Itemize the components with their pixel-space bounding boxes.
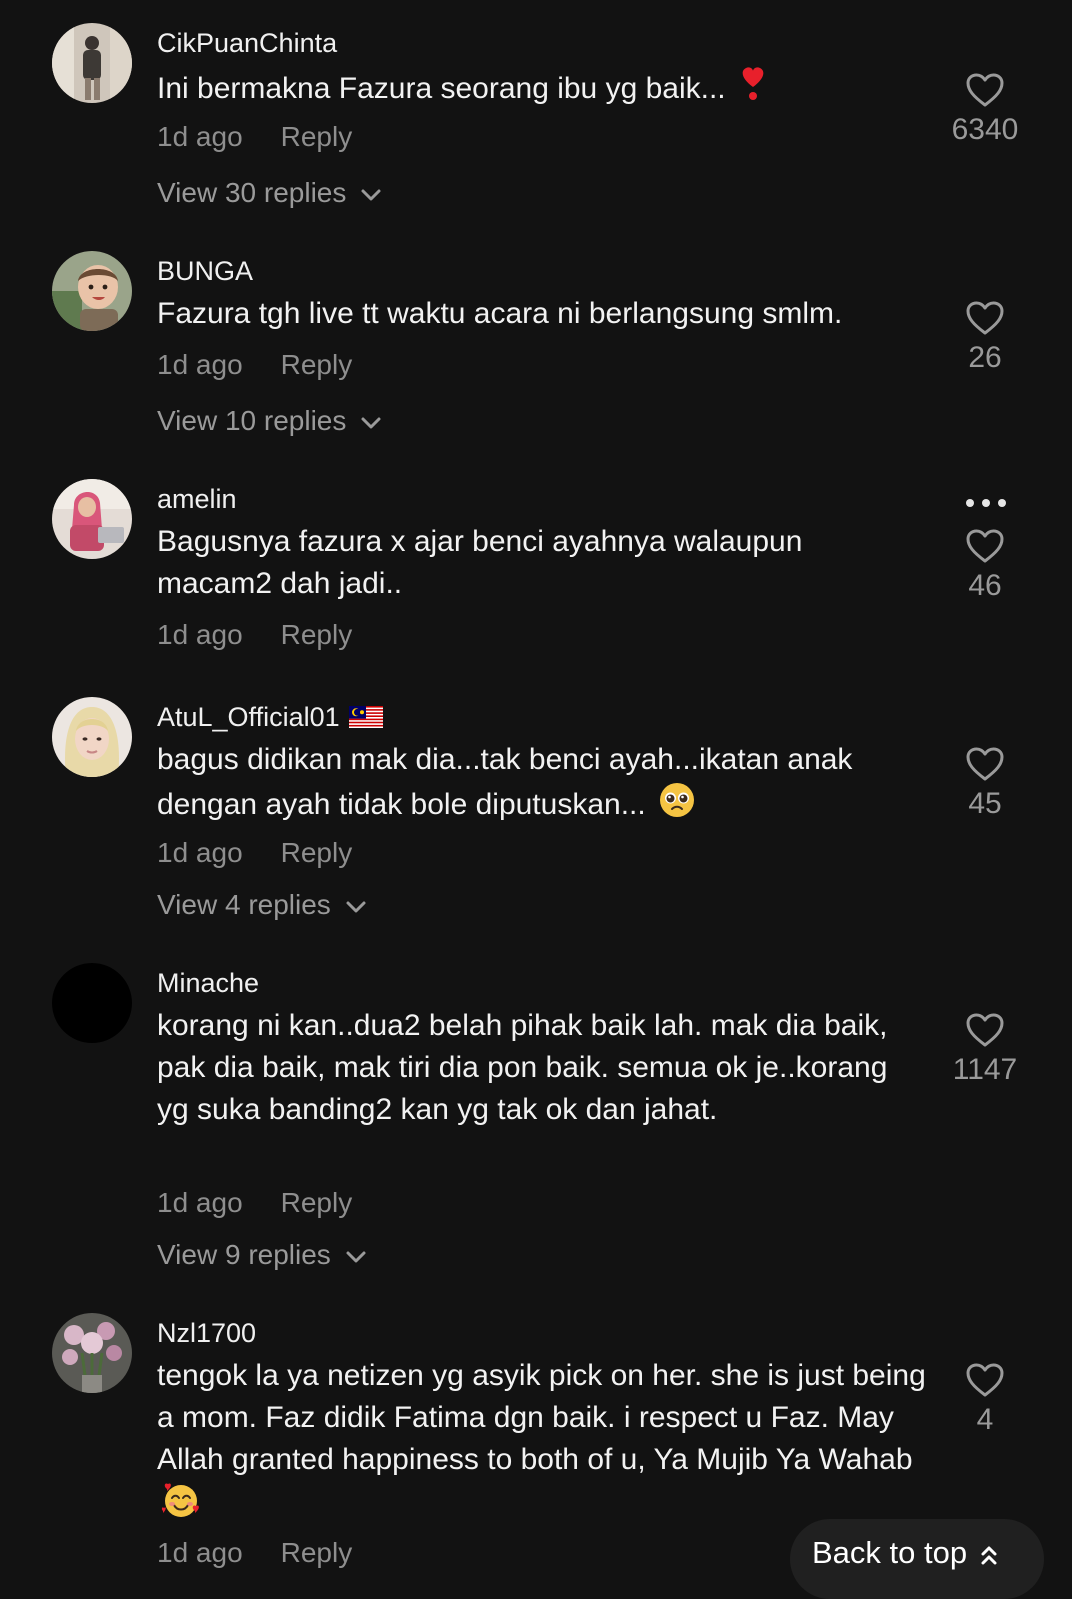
view-replies-button[interactable]: View 10 replies <box>157 404 382 438</box>
comment-timestamp: 1d ago <box>157 619 243 650</box>
back-to-top-button[interactable]: Back to top <box>790 1519 1044 1599</box>
comment-username[interactable]: CikPuanChinta <box>157 26 337 60</box>
malaysia-flag-icon <box>349 702 384 736</box>
comment-timestamp: 1d ago <box>157 1187 243 1218</box>
avatar[interactable] <box>52 1313 132 1393</box>
like-count: 45 <box>968 787 1002 820</box>
view-replies-label: View 9 replies <box>157 1239 331 1270</box>
comment-text: bagus didikan mak dia...tak benci ayah..… <box>157 739 932 831</box>
heart-icon[interactable] <box>965 1012 1005 1048</box>
reply-button[interactable]: Reply <box>281 837 353 868</box>
like-column: 26 <box>935 300 1035 376</box>
heart-icon[interactable] <box>965 1362 1005 1398</box>
comment-username[interactable]: amelin <box>157 482 237 516</box>
comment-text-content: Ini bermakna Fazura seorang ibu yg baik.… <box>157 71 726 105</box>
view-replies-button[interactable]: View 9 replies <box>157 1238 367 1272</box>
comment-username[interactable]: Nzl1700 <box>157 1316 256 1350</box>
comment-timestamp: 1d ago <box>157 837 243 868</box>
like-count: 46 <box>968 569 1002 602</box>
like-column: 46 <box>935 528 1035 604</box>
comment-text: Ini bermakna Fazura seorang ibu yg baik.… <box>157 65 932 115</box>
back-to-top-label: Back to top <box>812 1535 968 1570</box>
comment-text-content: bagus didikan mak dia...tak benci ayah..… <box>157 743 853 821</box>
comment-timestamp: 1d ago <box>157 121 243 152</box>
comment-text: tengok la ya netizen yg asyik pick on he… <box>157 1355 937 1531</box>
comment-username-text: AtuL_Official01 <box>157 702 340 732</box>
reply-button[interactable]: Reply <box>281 1537 353 1568</box>
comment-timestamp: 1d ago <box>157 349 243 380</box>
comment-meta: 1d ago Reply <box>157 836 352 870</box>
comment-meta: 1d ago Reply <box>157 1186 352 1220</box>
chevron-down-icon <box>346 1251 366 1263</box>
double-chevron-up-icon <box>981 1546 997 1565</box>
reply-button[interactable]: Reply <box>281 349 353 380</box>
chevron-down-icon <box>361 189 381 201</box>
reply-button[interactable]: Reply <box>281 121 353 152</box>
avatar[interactable] <box>52 697 132 777</box>
smiling-face-with-hearts-emoji-icon <box>161 1481 201 1531</box>
avatar[interactable] <box>52 963 132 1043</box>
view-replies-label: View 4 replies <box>157 889 331 920</box>
comment-username[interactable]: BUNGA <box>157 254 253 288</box>
comment-username[interactable]: Minache <box>157 966 259 1000</box>
like-column: 6340 <box>935 72 1035 148</box>
chevron-down-icon <box>361 417 381 429</box>
chevron-down-icon <box>346 901 366 913</box>
like-column: 1147 <box>935 1012 1035 1088</box>
comment-text: korang ni kan..dua2 belah pihak baik lah… <box>157 1009 888 1126</box>
avatar[interactable] <box>52 479 132 559</box>
avatar[interactable] <box>52 23 132 103</box>
pleading-face-emoji-icon <box>658 781 696 831</box>
like-column: 4 <box>935 1362 1035 1438</box>
heart-icon[interactable] <box>965 528 1005 564</box>
heart-exclamation-emoji-icon <box>738 65 768 115</box>
like-column: 45 <box>935 746 1035 822</box>
view-replies-label: View 30 replies <box>157 177 347 208</box>
like-count: 4 <box>976 1403 994 1436</box>
like-count: 26 <box>968 341 1002 374</box>
heart-icon[interactable] <box>965 72 1005 108</box>
comment-meta: 1d ago Reply <box>157 120 352 154</box>
like-count: 6340 <box>951 113 1019 146</box>
heart-icon[interactable] <box>965 300 1005 336</box>
comment-text-content: tengok la ya netizen yg asyik pick on he… <box>157 1359 926 1476</box>
comment-username[interactable]: AtuL_Official01 <box>157 700 384 736</box>
comment-text: Bagusnya fazura x ajar benci ayahnya wal… <box>157 525 803 600</box>
comment-meta: 1d ago Reply <box>157 618 352 652</box>
comment-text: Fazura tgh live tt waktu acara ni berlan… <box>157 297 843 330</box>
view-replies-button[interactable]: View 30 replies <box>157 176 382 210</box>
heart-icon[interactable] <box>965 746 1005 782</box>
view-replies-button[interactable]: View 4 replies <box>157 888 367 922</box>
more-options-icon[interactable] <box>963 496 1009 510</box>
avatar[interactable] <box>52 251 132 331</box>
reply-button[interactable]: Reply <box>281 1187 353 1218</box>
reply-button[interactable]: Reply <box>281 619 353 650</box>
like-count: 1147 <box>952 1053 1018 1086</box>
view-replies-label: View 10 replies <box>157 405 347 436</box>
comment-timestamp: 1d ago <box>157 1537 243 1568</box>
comment-meta: 1d ago Reply <box>157 1536 352 1570</box>
comment-meta: 1d ago Reply <box>157 348 352 382</box>
